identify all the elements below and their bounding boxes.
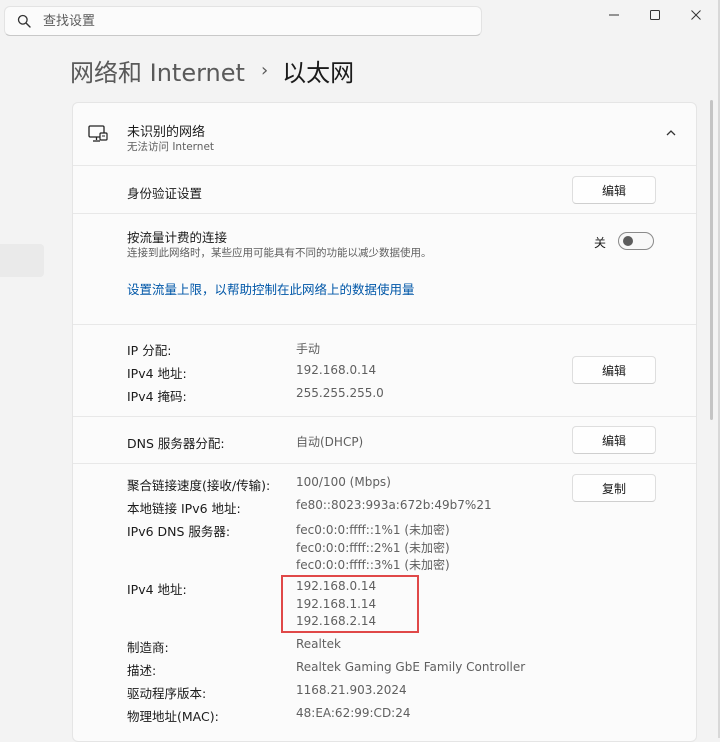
maximize-button[interactable] <box>635 2 675 28</box>
breadcrumb-parent[interactable]: 网络和 Internet <box>70 53 245 88</box>
toggle-knob <box>623 236 633 246</box>
metered-toggle-state: 关 <box>594 236 607 250</box>
ipv4-mask-label: IPv4 掩码: <box>127 389 187 404</box>
page-title: 以太网 <box>282 58 355 87</box>
auth-settings-label: 身份验证设置 <box>127 186 203 201</box>
network-subtitle: 无法访问 Internet <box>127 141 215 153</box>
metered-label: 按流量计费的连接 <box>127 230 228 245</box>
search-box[interactable] <box>4 6 482 36</box>
ethernet-monitor-icon <box>88 125 108 142</box>
nav-selected-item[interactable] <box>0 244 44 277</box>
chevron-up-icon[interactable] <box>665 127 677 139</box>
ipv4-mask-value: 255.255.255.0 <box>296 386 384 400</box>
ipv6-link-local-label: 本地链接 IPv6 地址: <box>127 501 241 516</box>
ipv6-dns-value: fec0:0:0:ffff::3%1 (未加密) <box>296 558 450 572</box>
divider <box>73 416 696 417</box>
link-speed-value: 100/100 (Mbps) <box>296 475 391 489</box>
search-input[interactable] <box>43 11 463 31</box>
divider <box>73 213 696 214</box>
network-card: 未识别的网络 无法访问 Internet 身份验证设置 编辑 按流量计费的连接 … <box>72 102 697 742</box>
data-limit-link[interactable]: 设置流量上限，以帮助控制在此网络上的数据使用量 <box>127 279 415 298</box>
manufacturer-label: 制造商: <box>127 640 169 655</box>
ip-assignment-value: 手动 <box>296 342 321 356</box>
dns-assignment-value: 自动(DHCP) <box>296 435 364 449</box>
network-header[interactable]: 未识别的网络 无法访问 Internet <box>73 103 696 166</box>
ipv4-address-value: 192.168.0.14 <box>296 363 377 377</box>
description-label: 描述: <box>127 663 157 678</box>
metered-toggle[interactable] <box>618 232 654 250</box>
maximize-icon <box>650 10 660 20</box>
ipv4-address-label: IPv4 地址: <box>127 366 187 381</box>
search-icon <box>17 14 31 28</box>
link-speed-label: 聚合链接速度(接收/传输): <box>127 478 271 493</box>
ipv6-link-local-value: fe80::8023:993a:672b:49b7%21 <box>296 498 492 512</box>
ipv6-dns-label: IPv6 DNS 服务器: <box>127 524 231 539</box>
ipv4-list-label: IPv4 地址: <box>127 582 187 597</box>
divider <box>73 324 696 325</box>
driver-version-label: 驱动程序版本: <box>127 686 207 701</box>
divider <box>73 463 696 464</box>
close-button[interactable] <box>676 2 716 28</box>
minimize-icon <box>609 14 619 16</box>
close-icon <box>691 10 701 20</box>
auth-edit-button[interactable]: 编辑 <box>572 176 656 204</box>
dns-edit-button[interactable]: 编辑 <box>572 426 656 454</box>
highlight-box <box>281 575 419 633</box>
ipv6-dns-value: fec0:0:0:ffff::2%1 (未加密) <box>296 541 450 555</box>
manufacturer-value: Realtek <box>296 637 341 651</box>
dns-assignment-label: DNS 服务器分配: <box>127 436 225 451</box>
ip-edit-button[interactable]: 编辑 <box>572 356 656 384</box>
copy-button[interactable]: 复制 <box>572 474 656 502</box>
metered-description: 连接到此网络时，某些应用可能具有不同的功能以减少数据使用。 <box>127 247 432 259</box>
ipv6-dns-value: fec0:0:0:ffff::1%1 (未加密) <box>296 523 450 537</box>
description-value: Realtek Gaming GbE Family Controller <box>296 660 526 674</box>
ip-assignment-label: IP 分配: <box>127 343 172 358</box>
minimize-button[interactable] <box>594 2 634 28</box>
breadcrumb: 网络和 Internet › 以太网 <box>70 52 354 88</box>
driver-version-value: 1168.21.903.2024 <box>296 683 407 697</box>
network-title: 未识别的网络 <box>127 125 206 140</box>
mac-address-value: 48:EA:62:99:CD:24 <box>296 706 411 720</box>
mac-address-label: 物理地址(MAC): <box>127 709 219 724</box>
scrollbar[interactable] <box>710 100 713 420</box>
breadcrumb-separator: › <box>260 59 269 81</box>
